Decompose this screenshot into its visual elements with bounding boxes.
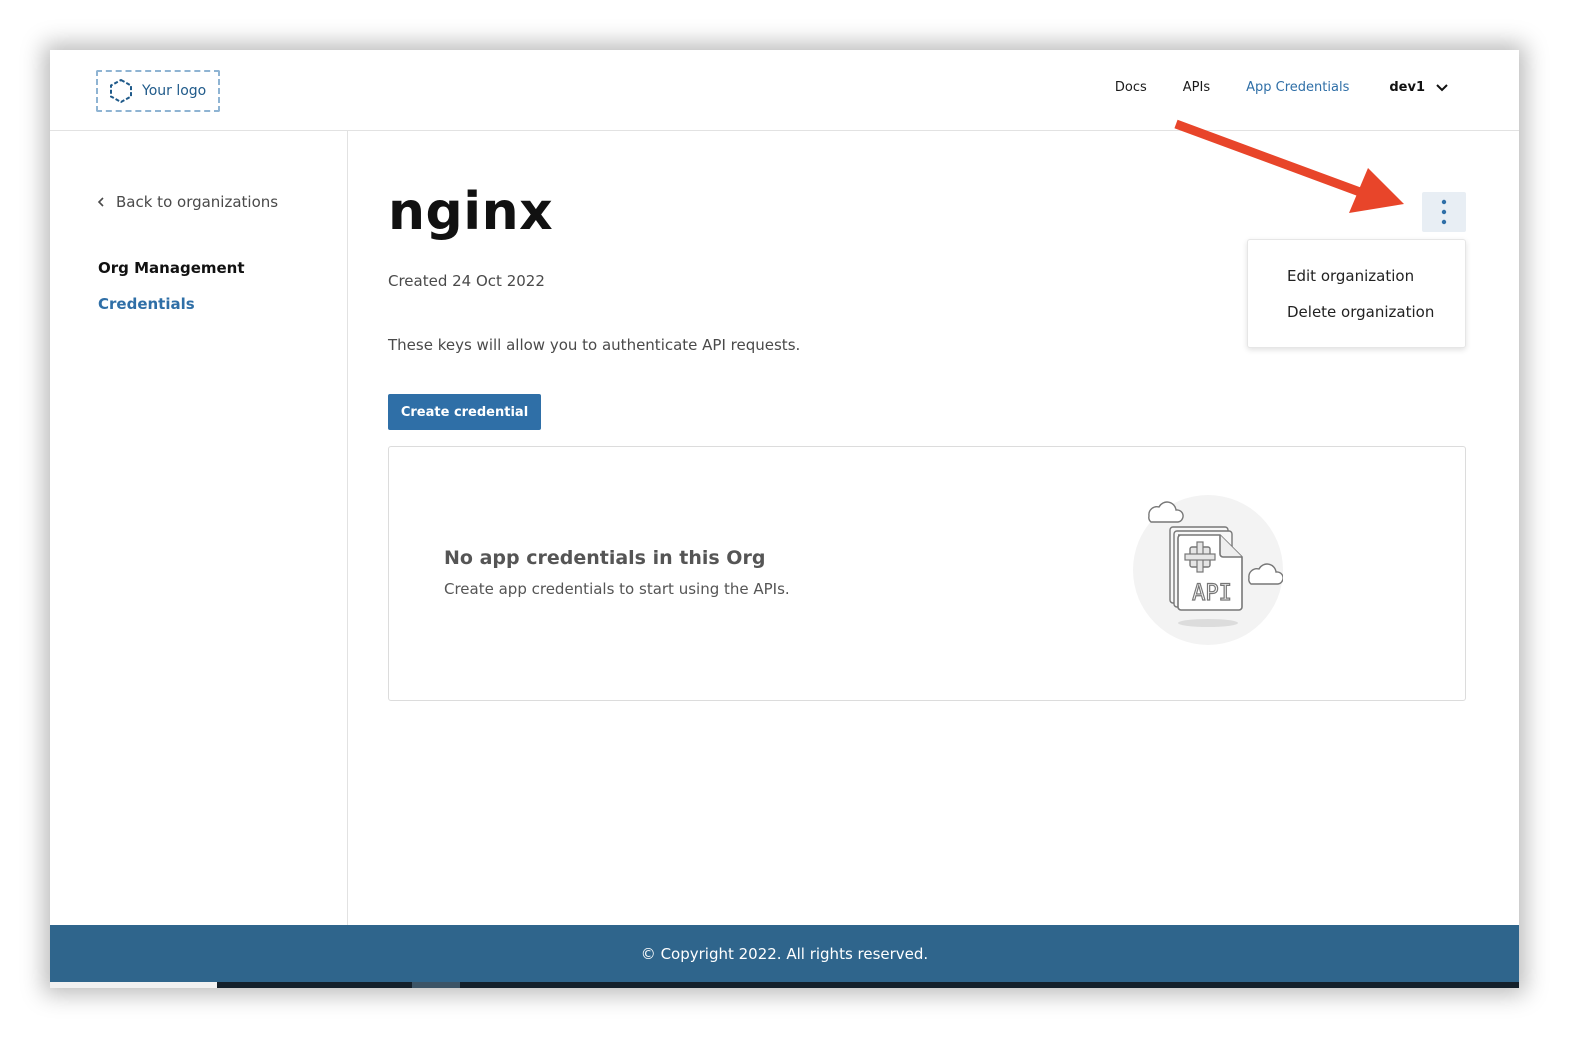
empty-state-title: No app credentials in this Org — [444, 547, 766, 569]
main-nav: Docs APIs App Credentials dev1 — [1079, 80, 1449, 95]
footer: © Copyright 2022. All rights reserved. — [50, 925, 1519, 982]
create-credential-button[interactable]: Create credential — [388, 394, 541, 430]
org-actions-dropdown: Edit organization Delete organization — [1247, 239, 1466, 348]
nav-docs[interactable]: Docs — [1115, 80, 1147, 95]
logo[interactable]: Your logo — [96, 70, 220, 112]
nav-app-credentials[interactable]: App Credentials — [1246, 80, 1349, 95]
sidebar-heading: Org Management — [98, 259, 245, 277]
chevron-down-icon — [1436, 83, 1448, 91]
bottom-strip — [50, 982, 1519, 988]
copyright-text: © Copyright 2022. All rights reserved. — [640, 944, 929, 963]
empty-state-card: No app credentials in this Org Create ap… — [388, 446, 1466, 701]
sidebar-item-credentials[interactable]: Credentials — [98, 295, 195, 313]
bottom-strip-segment — [412, 982, 460, 988]
top-navigation: Your logo Docs APIs App Credentials dev1 — [50, 50, 1519, 131]
page-title: nginx — [388, 182, 554, 242]
sidebar: Back to organizations Org Management Cre… — [50, 131, 348, 925]
hexagon-logo-icon — [110, 78, 132, 104]
api-document-icon: API — [1133, 495, 1283, 645]
bottom-strip-segment — [50, 982, 217, 988]
edit-organization-menu-item[interactable]: Edit organization — [1287, 267, 1414, 285]
app-window: Your logo Docs APIs App Credentials dev1… — [50, 50, 1519, 988]
empty-state-subtitle: Create app credentials to start using th… — [444, 580, 790, 598]
back-to-organizations-link[interactable]: Back to organizations — [96, 193, 278, 211]
user-menu[interactable]: dev1 — [1389, 80, 1449, 95]
back-link-label: Back to organizations — [116, 193, 279, 211]
logo-text: Your logo — [142, 83, 207, 99]
api-illustration-label: API — [1192, 581, 1232, 606]
user-name: dev1 — [1389, 80, 1425, 95]
created-date: Created 24 Oct 2022 — [388, 272, 545, 290]
delete-organization-menu-item[interactable]: Delete organization — [1287, 303, 1434, 321]
chevron-left-icon — [97, 197, 104, 207]
page-description: These keys will allow you to authenticat… — [388, 336, 801, 354]
org-actions-menu-button[interactable] — [1422, 192, 1466, 232]
nav-apis[interactable]: APIs — [1183, 80, 1210, 95]
kebab-menu-icon — [1441, 199, 1447, 225]
